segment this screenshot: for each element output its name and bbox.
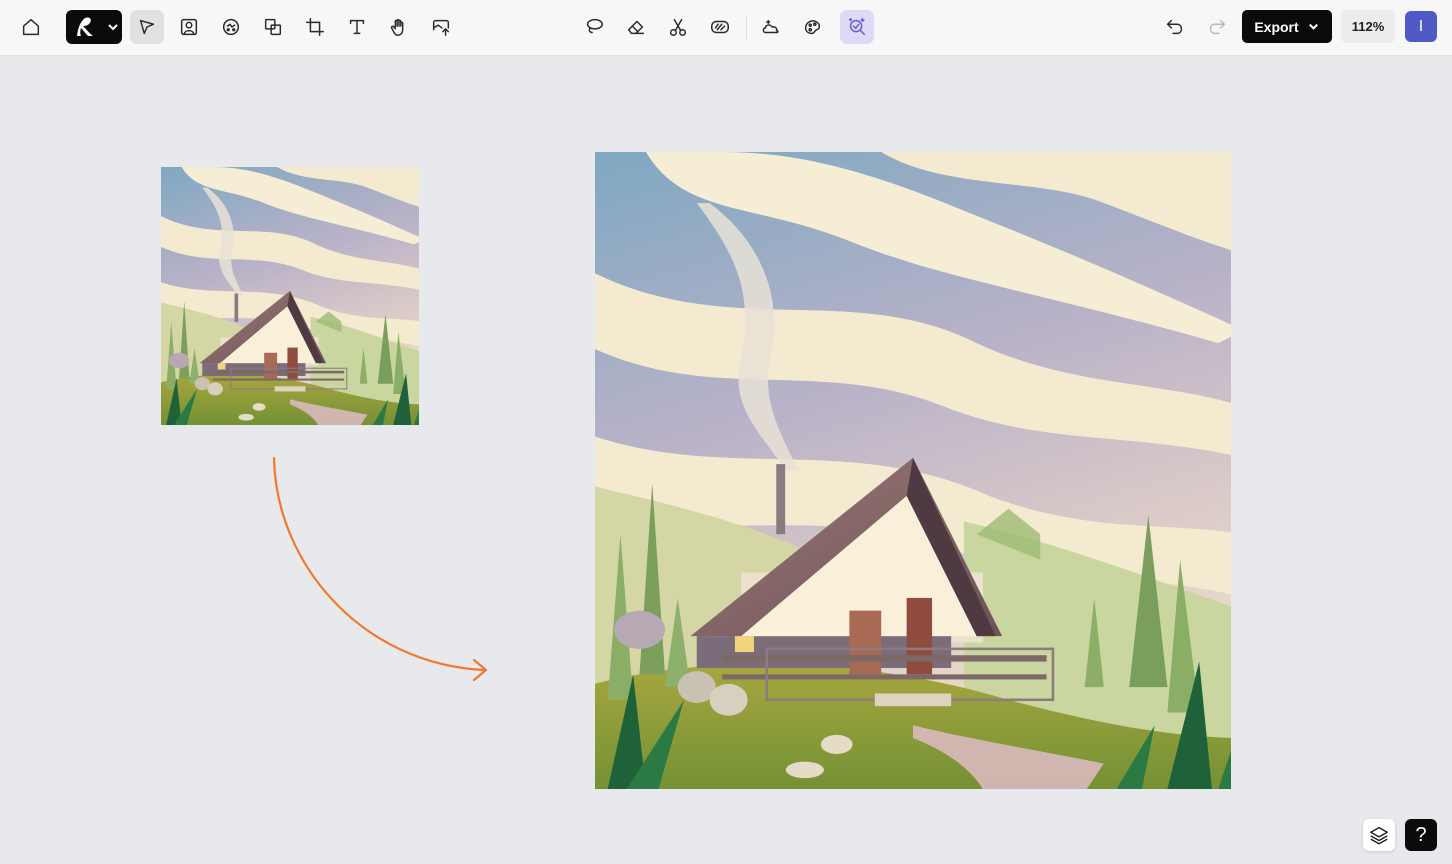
brand-logo-icon xyxy=(77,17,93,36)
upscale-icon[interactable] xyxy=(840,10,874,44)
layers-panel-button[interactable] xyxy=(1363,819,1395,851)
help-icon: ? xyxy=(1415,823,1427,846)
help-button[interactable]: ? xyxy=(1405,819,1437,851)
crop-icon[interactable] xyxy=(298,10,332,44)
avatar[interactable]: I xyxy=(1405,11,1437,42)
layers-icon xyxy=(1370,826,1388,845)
generate-icon[interactable] xyxy=(214,10,248,44)
undo-icon[interactable] xyxy=(1158,10,1192,44)
eraser-icon[interactable] xyxy=(619,10,653,44)
brand-menu-button[interactable] xyxy=(66,10,122,44)
cabin-illustration-large xyxy=(595,152,1231,789)
chevron-down-icon xyxy=(108,24,118,31)
redo-icon[interactable] xyxy=(1200,10,1234,44)
canvas[interactable]: ? xyxy=(0,57,1452,864)
image-frame-icon[interactable] xyxy=(172,10,206,44)
style-transfer-icon[interactable] xyxy=(796,10,830,44)
hand-icon[interactable] xyxy=(382,10,416,44)
arrow-connector xyxy=(272,456,488,682)
top-toolbar: Export 112% I xyxy=(0,0,1452,56)
lasso-icon[interactable] xyxy=(577,10,611,44)
remove-background-icon[interactable] xyxy=(703,10,737,44)
upscaled-image[interactable] xyxy=(595,152,1231,789)
toolbar-divider xyxy=(746,16,747,40)
home-icon[interactable] xyxy=(14,10,48,44)
scissors-icon[interactable] xyxy=(661,10,695,44)
export-label: Export xyxy=(1254,18,1299,35)
source-image[interactable] xyxy=(161,167,419,425)
select-arrow-icon[interactable] xyxy=(130,10,164,44)
upload-icon[interactable] xyxy=(424,10,458,44)
export-button[interactable]: Export xyxy=(1242,10,1332,43)
text-icon[interactable] xyxy=(340,10,374,44)
zoom-level[interactable]: 112% xyxy=(1341,10,1395,43)
cabin-illustration-small xyxy=(161,167,419,425)
chevron-down-icon xyxy=(1308,23,1318,30)
layers-combine-icon[interactable] xyxy=(256,10,290,44)
cloud-enhance-icon[interactable] xyxy=(754,10,788,44)
